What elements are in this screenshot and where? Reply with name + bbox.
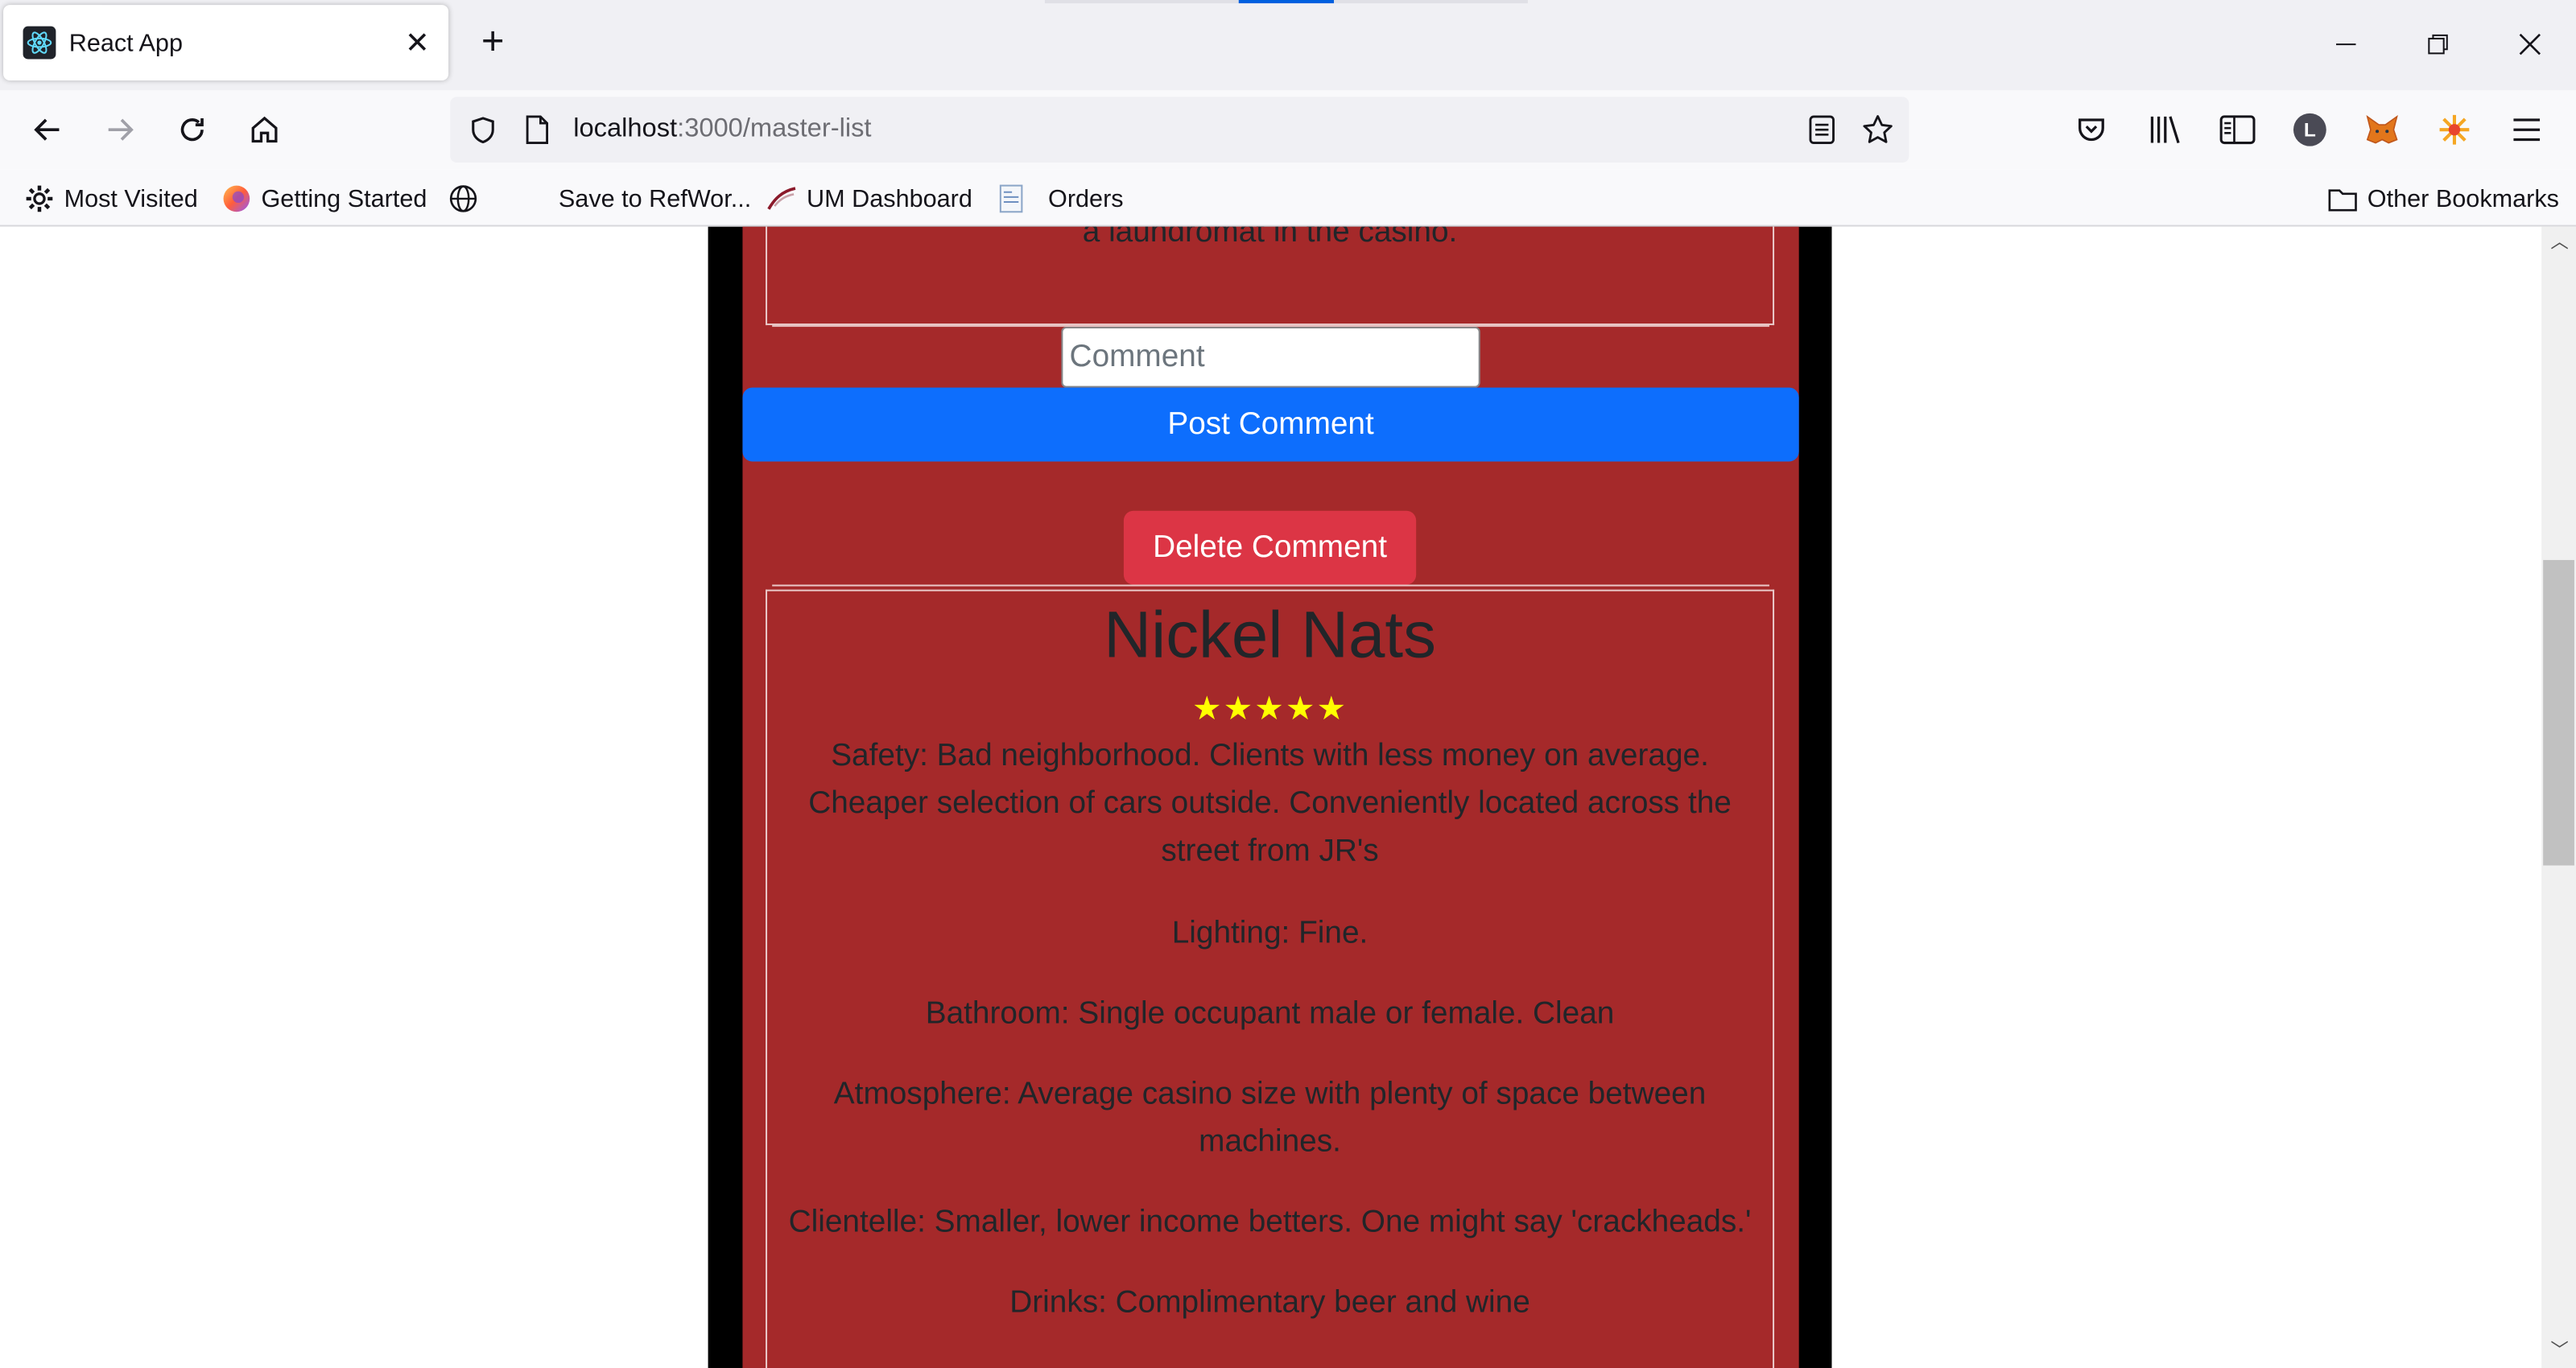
bookmark-other-bookmarks[interactable]: Other Bookmarks — [2328, 180, 2559, 216]
review-card: Nickel Nats ★★★★★ Safety: Bad neighborho… — [766, 589, 1775, 1368]
browser-window: React App ✕ + localhost:3000/master-list… — [0, 0, 2576, 1368]
back-arrow-icon[interactable] — [25, 107, 71, 153]
bookmark-label: Save to RefWor... — [558, 184, 752, 213]
bookmark-star-icon[interactable] — [1860, 112, 1896, 148]
url-text[interactable]: localhost:3000/master-list — [573, 115, 871, 145]
delete-comment-button[interactable]: Delete Comment — [1123, 510, 1417, 585]
review-drinks: Drinks: Complimentary beer and wine — [1009, 1285, 1530, 1321]
scroll-up-arrow-icon[interactable]: ︿ — [2549, 233, 2569, 253]
bookmark-orders[interactable]: Orders — [997, 180, 1124, 216]
react-icon — [23, 26, 56, 60]
close-tab-icon[interactable]: ✕ — [399, 25, 436, 61]
previous-review-card: neighborhood, the cars outside are often… — [766, 226, 1775, 326]
review-list: neighborhood, the cars outside are often… — [742, 226, 1799, 1368]
bookmark-label: UM Dashboard — [807, 184, 972, 213]
navigation-toolbar: localhost:3000/master-list L — [0, 90, 2576, 170]
tab-title: React App — [68, 28, 183, 57]
tab-strip-indicator — [1334, 0, 1528, 4]
tab-strip-indicator — [1044, 0, 1239, 4]
post-comment-button[interactable]: Post Comment — [742, 387, 1799, 462]
close-window-icon[interactable] — [2505, 19, 2554, 68]
reader-view-icon[interactable] — [1804, 112, 1840, 148]
forward-arrow-icon[interactable] — [97, 107, 142, 153]
pocket-icon[interactable] — [2068, 107, 2114, 153]
extension-burst-icon[interactable] — [2431, 107, 2477, 153]
sidebar-icon[interactable] — [2215, 107, 2260, 153]
tab-strip-indicator-active — [1238, 0, 1335, 4]
url-host: localhost — [573, 114, 678, 143]
comment-input[interactable] — [1061, 327, 1480, 388]
gear-icon — [25, 184, 55, 214]
previous-review-text: neighborhood, the cars outside are often… — [1082, 226, 1458, 250]
bookmark-label: Orders — [1048, 184, 1124, 213]
bookmark-most-visited[interactable]: Most Visited — [25, 180, 198, 216]
metamask-fox-icon[interactable] — [2359, 107, 2405, 153]
review-bathroom: Bathroom: Single occupant male or female… — [925, 996, 1615, 1032]
tab-react-app[interactable]: React App ✕ — [3, 5, 449, 80]
page-icon[interactable] — [521, 112, 554, 148]
firefox-icon — [222, 184, 252, 214]
um-logo-icon — [767, 184, 797, 214]
bookmark-label: Most Visited — [64, 184, 198, 213]
bookmarks-toolbar: Most Visited Getting Started Save to Ref… — [0, 169, 2576, 227]
tab-strip: React App ✕ + — [0, 0, 2576, 91]
new-tab-icon[interactable]: + — [472, 23, 514, 66]
review-clientelle: Clientelle: Smaller, lower income better… — [788, 1205, 1752, 1240]
scroll-down-arrow-icon[interactable]: ﹀ — [2549, 1341, 2569, 1361]
address-bar[interactable]: localhost:3000/master-list — [450, 97, 1909, 163]
minimize-icon[interactable] — [2322, 19, 2371, 68]
bookmark-getting-started[interactable]: Getting Started — [222, 180, 427, 216]
review-title: Nickel Nats — [1104, 599, 1436, 672]
bookmark-label: Other Bookmarks — [2367, 184, 2559, 213]
library-icon[interactable] — [2142, 107, 2188, 153]
profile-initial: L — [2293, 113, 2326, 146]
hamburger-menu-icon[interactable] — [2504, 107, 2549, 153]
bookmark-globe[interactable] — [448, 180, 488, 216]
vertical-scrollbar[interactable]: ︿ ﹀ — [2541, 226, 2576, 1368]
app-container: neighborhood, the cars outside are often… — [708, 226, 1832, 1368]
star-rating: ★★★★★ — [1191, 691, 1348, 728]
bookmark-save-to-refworks[interactable]: Save to RefWor... — [559, 180, 751, 216]
home-icon[interactable] — [242, 107, 287, 153]
page-viewport: neighborhood, the cars outside are often… — [0, 226, 2576, 1368]
shield-icon[interactable] — [465, 112, 502, 148]
review-lighting: Lighting: Fine. — [1171, 916, 1368, 951]
document-icon — [997, 184, 1027, 214]
url-path: :3000/master-list — [677, 114, 872, 143]
globe-icon — [448, 184, 478, 214]
profile-avatar[interactable]: L — [2287, 107, 2333, 153]
scrollbar-thumb[interactable] — [2543, 559, 2574, 866]
review-atmosphere: Atmosphere: Average casino size with ple… — [833, 1077, 1707, 1160]
folder-icon — [2328, 184, 2358, 214]
reload-icon[interactable] — [169, 107, 215, 153]
divider — [772, 584, 1769, 587]
bookmark-um-dashboard[interactable]: UM Dashboard — [767, 180, 972, 216]
review-safety: Safety: Bad neighborhood. Clients with l… — [808, 739, 1732, 869]
bookmark-label: Getting Started — [261, 184, 427, 213]
restore-icon[interactable] — [2413, 19, 2462, 68]
